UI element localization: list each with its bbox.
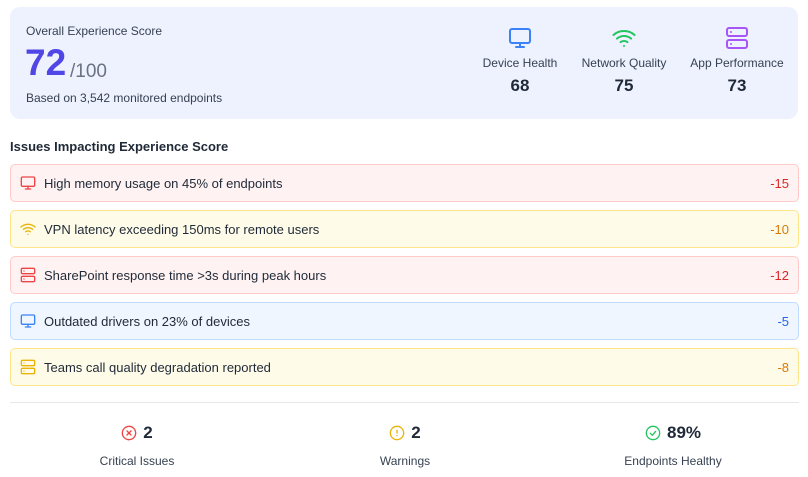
issue-impact: -12	[770, 267, 789, 283]
metric-value: 73	[727, 76, 747, 95]
issues-section-title: Issues Impacting Experience Score	[10, 139, 229, 154]
monitor-icon	[508, 26, 532, 50]
metric-value: 75	[614, 76, 634, 95]
stat-critical-issues: 2 Critical Issues	[57, 423, 217, 468]
experience-score-card: Overall Experience Score 72 /100 Based o…	[10, 7, 798, 119]
issue-item[interactable]: SharePoint response time >3s during peak…	[10, 256, 799, 294]
issue-impact: -10	[770, 221, 789, 237]
stat-value: 2	[411, 423, 421, 442]
wifi-icon	[20, 221, 36, 237]
stat-label: Warnings	[379, 454, 431, 468]
issue-text: VPN latency exceeding 150ms for remote u…	[44, 221, 320, 237]
score-max: /100	[70, 61, 107, 82]
issue-impact: -8	[777, 359, 789, 375]
issue-text: SharePoint response time >3s during peak…	[44, 267, 327, 283]
divider	[10, 402, 799, 403]
metric-network-quality: Network Quality 75	[574, 26, 674, 96]
score-subtitle: Based on 3,542 monitored endpoints	[26, 91, 223, 105]
alert-circle-icon	[389, 425, 405, 441]
metric-label: App Performance	[690, 56, 784, 70]
server-icon	[20, 267, 36, 283]
stat-value: 2	[143, 423, 153, 442]
stat-label: Critical Issues	[99, 454, 175, 468]
stat-endpoints-healthy: 89% Endpoints Healthy	[593, 423, 753, 468]
metric-value: 68	[510, 76, 530, 95]
issue-item[interactable]: High memory usage on 45% of endpoints -1…	[10, 164, 799, 202]
issue-impact: -15	[770, 175, 789, 191]
server-icon	[20, 359, 36, 375]
metric-label: Device Health	[482, 56, 558, 70]
issue-text: Teams call quality degradation reported	[44, 359, 271, 375]
issue-impact: -5	[777, 313, 789, 329]
issue-item[interactable]: Teams call quality degradation reported …	[10, 348, 799, 386]
stat-value: 89%	[666, 423, 702, 442]
issue-text: High memory usage on 45% of endpoints	[44, 175, 283, 191]
metric-label: Network Quality	[581, 56, 667, 70]
metric-device-health: Device Health 68	[470, 26, 570, 96]
monitor-icon	[20, 175, 36, 191]
issue-item[interactable]: Outdated drivers on 23% of devices -5	[10, 302, 799, 340]
issue-item[interactable]: VPN latency exceeding 150ms for remote u…	[10, 210, 799, 248]
monitor-icon	[20, 313, 36, 329]
server-icon	[725, 26, 749, 50]
wifi-icon	[612, 26, 636, 50]
metric-app-performance: App Performance 73	[687, 26, 787, 96]
stat-label: Endpoints Healthy	[624, 454, 722, 468]
x-circle-icon	[121, 425, 137, 441]
stat-warnings: 2 Warnings	[325, 423, 485, 468]
score-label: Overall Experience Score	[26, 24, 163, 38]
check-circle-icon	[645, 425, 661, 441]
score-value: 72	[25, 42, 67, 83]
issue-text: Outdated drivers on 23% of devices	[44, 313, 250, 329]
